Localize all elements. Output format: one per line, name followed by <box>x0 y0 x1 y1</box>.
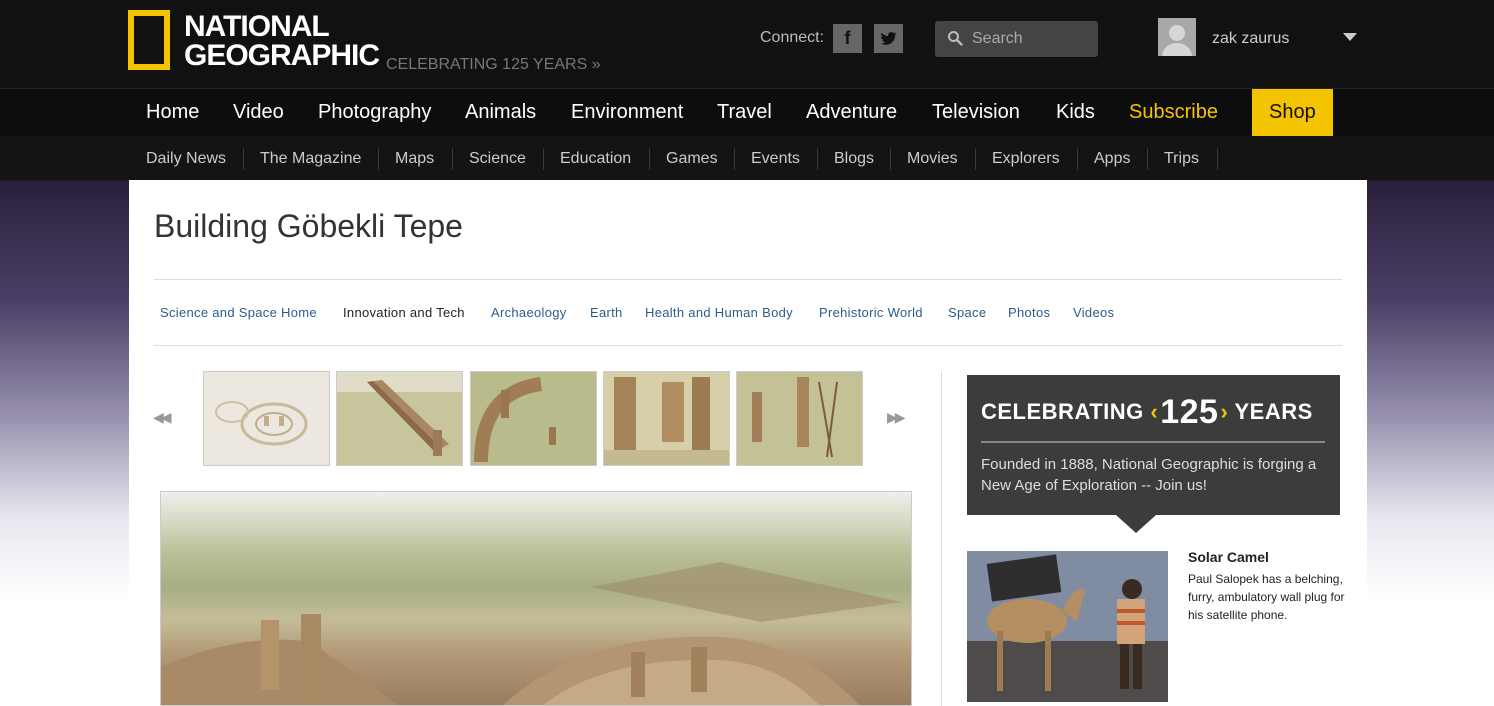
thumbnail-wall-image <box>337 372 462 465</box>
nav-environment[interactable]: Environment <box>571 89 683 136</box>
promo-heading: CELEBRATING ‹125› YEARS <box>981 393 1313 432</box>
gallery-thumbnail[interactable] <box>603 371 730 466</box>
chevron-down-icon[interactable] <box>1343 33 1357 41</box>
subnav-maps[interactable]: Maps <box>395 136 434 180</box>
section-archaeology[interactable]: Archaeology <box>491 305 567 320</box>
divider <box>154 345 1342 346</box>
gallery-next-icon[interactable]: ▶▶ <box>887 409 905 426</box>
site-logo[interactable]: NATIONAL GEOGRAPHIC <box>184 10 380 72</box>
logo-line-1: NATIONAL <box>184 10 330 43</box>
section-prehistoric-world[interactable]: Prehistoric World <box>819 305 923 320</box>
divider <box>981 441 1325 443</box>
thumbnail-sketch-image <box>204 372 329 465</box>
story-title[interactable]: Solar Camel <box>1188 549 1269 565</box>
chevron-right-icon: › <box>1220 399 1229 424</box>
gallery-thumbnail[interactable] <box>470 371 597 466</box>
gobekli-tepe-illustration <box>161 562 901 705</box>
facebook-icon[interactable]: f <box>833 24 862 53</box>
thumbnail-enclosure-image <box>471 372 596 465</box>
twitter-icon[interactable] <box>874 24 903 53</box>
logo-line-2: GEOGRAPHIC <box>184 39 380 72</box>
divider <box>1147 148 1148 170</box>
twitter-bird-icon <box>881 32 897 45</box>
gallery-thumbnail[interactable] <box>203 371 330 466</box>
divider <box>941 371 942 706</box>
story-description: Paul Salopek has a belching, furry, ambu… <box>1188 572 1345 622</box>
section-science-space-home[interactable]: Science and Space Home <box>160 305 317 320</box>
divider <box>154 279 1342 280</box>
nav-home[interactable]: Home <box>146 89 199 136</box>
promo-text: Founded in 1888, National Geographic is … <box>981 456 1317 494</box>
connect-label: Connect: <box>760 29 825 46</box>
subnav-events[interactable]: Events <box>751 136 800 180</box>
divider <box>452 148 453 170</box>
solar-camel-photo <box>967 551 1168 702</box>
nav-kids[interactable]: Kids <box>1056 89 1095 136</box>
promo-prefix: CELEBRATING <box>981 399 1144 424</box>
section-earth[interactable]: Earth <box>590 305 623 320</box>
nav-animals[interactable]: Animals <box>465 89 536 136</box>
divider <box>1217 148 1218 170</box>
gallery-thumbnail[interactable] <box>736 371 863 466</box>
promo-pointer <box>1116 515 1156 533</box>
divider <box>975 148 976 170</box>
sub-nav: Daily News The Magazine Maps Science Edu… <box>0 136 1494 180</box>
nav-travel[interactable]: Travel <box>717 89 772 136</box>
divider <box>378 148 379 170</box>
section-innovation-tech[interactable]: Innovation and Tech <box>343 305 465 320</box>
gallery-prev-icon[interactable]: ◀◀ <box>153 409 171 426</box>
gallery-thumbnail[interactable] <box>336 371 463 466</box>
section-photos[interactable]: Photos <box>1008 305 1050 320</box>
divider <box>817 148 818 170</box>
avatar[interactable] <box>1158 18 1196 56</box>
celebrating-125-link[interactable]: CELEBRATING 125 YEARS » <box>386 56 601 74</box>
subnav-blogs[interactable]: Blogs <box>834 136 874 180</box>
subnav-education[interactable]: Education <box>560 136 631 180</box>
subnav-movies[interactable]: Movies <box>907 136 958 180</box>
divider <box>734 148 735 170</box>
nav-photography[interactable]: Photography <box>318 89 431 136</box>
nav-shop[interactable]: Shop <box>1252 89 1333 136</box>
promo-suffix: YEARS <box>1234 399 1313 424</box>
search-box[interactable] <box>935 21 1098 57</box>
divider <box>543 148 544 170</box>
nav-television[interactable]: Television <box>932 89 1020 136</box>
divider <box>243 148 244 170</box>
main-nav: Home Video Photography Animals Environme… <box>0 88 1494 137</box>
username[interactable]: zak zaurus <box>1212 30 1289 48</box>
story-image[interactable] <box>967 551 1168 702</box>
section-health-human-body[interactable]: Health and Human Body <box>645 305 793 320</box>
subnav-games[interactable]: Games <box>666 136 718 180</box>
nav-subscribe[interactable]: Subscribe <box>1129 89 1218 136</box>
celebrating-125-promo[interactable]: CELEBRATING ‹125› YEARS Founded in 1888,… <box>967 375 1340 515</box>
chevron-left-icon: ‹ <box>1150 399 1159 424</box>
user-silhouette-icon <box>1158 18 1196 56</box>
subnav-explorers[interactable]: Explorers <box>992 136 1060 180</box>
divider <box>649 148 650 170</box>
subnav-science[interactable]: Science <box>469 136 526 180</box>
divider <box>1077 148 1078 170</box>
section-space[interactable]: Space <box>948 305 986 320</box>
page-title: Building Göbekli Tepe <box>154 208 463 244</box>
search-icon[interactable] <box>947 30 963 46</box>
nav-video[interactable]: Video <box>233 89 284 136</box>
divider <box>890 148 891 170</box>
subnav-trips[interactable]: Trips <box>1164 136 1199 180</box>
subnav-daily-news[interactable]: Daily News <box>146 136 226 180</box>
top-bar: NATIONAL GEOGRAPHIC CELEBRATING 125 YEAR… <box>0 0 1494 88</box>
main-gallery-image[interactable] <box>160 491 912 706</box>
section-videos[interactable]: Videos <box>1073 305 1114 320</box>
search-input[interactable] <box>972 21 1092 57</box>
nav-adventure[interactable]: Adventure <box>806 89 897 136</box>
logo-yellow-frame[interactable] <box>128 10 170 70</box>
subnav-the-magazine[interactable]: The Magazine <box>260 136 361 180</box>
thumbnail-construction-image <box>737 372 862 465</box>
promo-number: 125 <box>1160 393 1219 431</box>
subnav-apps[interactable]: Apps <box>1094 136 1130 180</box>
content-panel: Building Göbekli Tepe Science and Space … <box>129 180 1367 706</box>
thumbnail-pillars-image <box>604 372 729 465</box>
